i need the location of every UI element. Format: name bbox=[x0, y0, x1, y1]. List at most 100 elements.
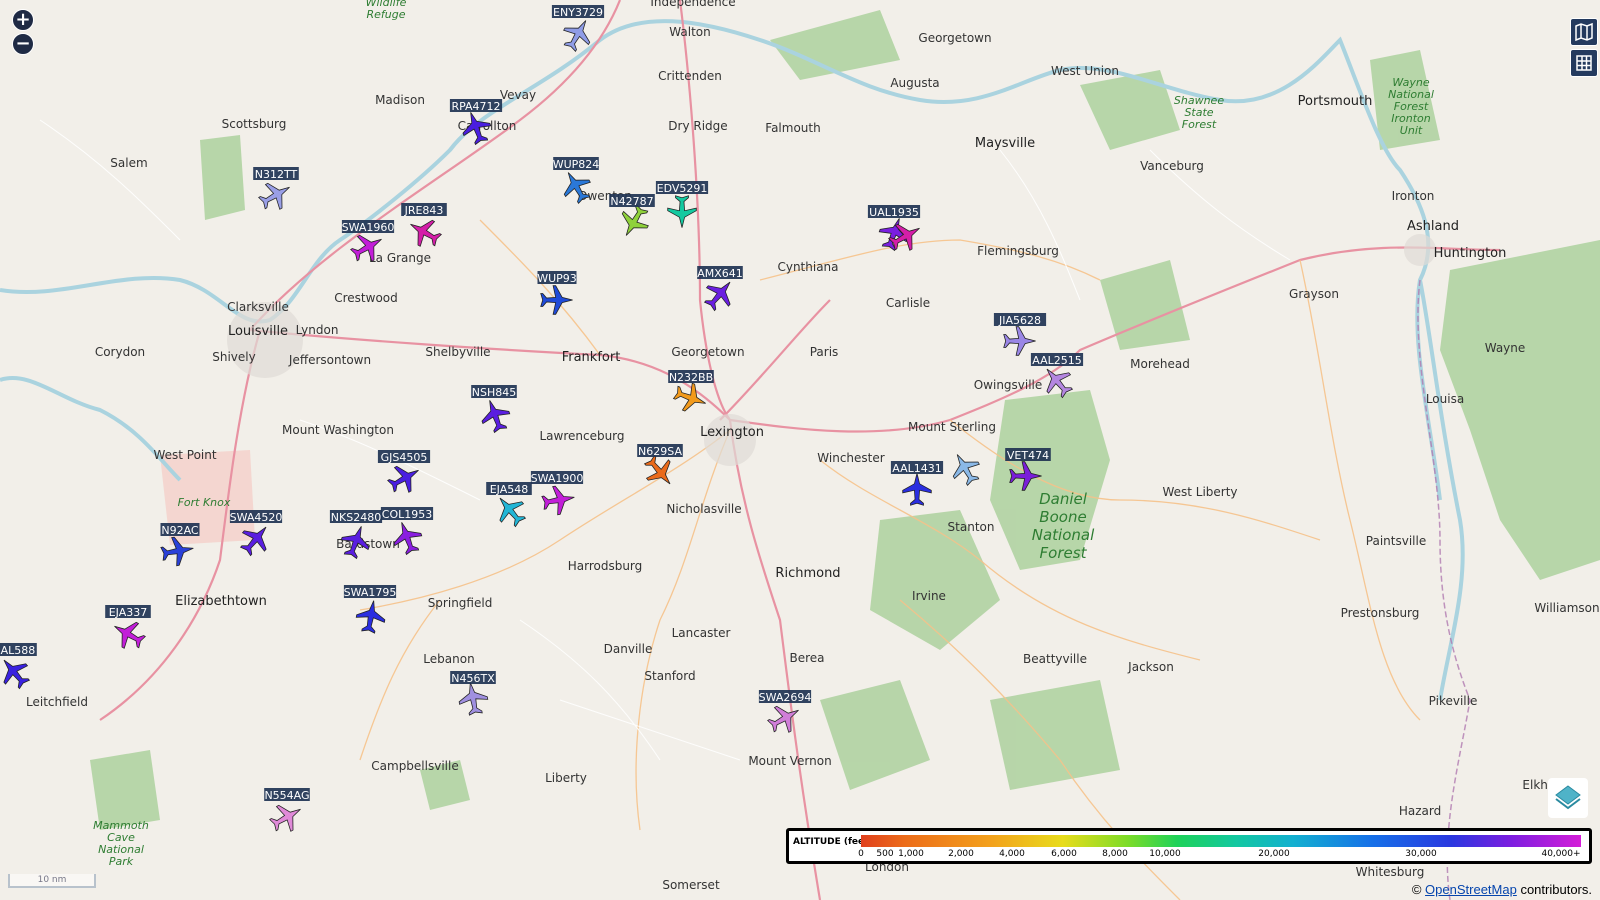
legend-tick: 1,000 bbox=[898, 849, 924, 859]
city-label: Harrodsburg bbox=[568, 559, 643, 573]
callsign-label: EJA337 bbox=[109, 606, 148, 619]
callsign-label: N312TT bbox=[255, 168, 298, 181]
city-label: Crestwood bbox=[334, 291, 398, 305]
city-label: Vanceburg bbox=[1140, 159, 1204, 173]
city-label: Louisa bbox=[1426, 392, 1464, 406]
city-label: Independence bbox=[650, 0, 735, 9]
city-label: La Grange bbox=[369, 251, 431, 265]
callsign-label: N554AG bbox=[264, 789, 309, 802]
callsign-label: JRE843 bbox=[404, 204, 444, 217]
grid-toggle-button[interactable] bbox=[1570, 49, 1598, 77]
city-label: Paris bbox=[810, 345, 839, 359]
city-label: West Liberty bbox=[1162, 485, 1237, 499]
city-label: Shelbyville bbox=[425, 345, 490, 359]
city-label: Dry Ridge bbox=[668, 119, 727, 133]
city-label: Shively bbox=[212, 350, 255, 364]
city-label: Cynthiana bbox=[777, 260, 838, 274]
callsign-label: AAL1431 bbox=[892, 462, 941, 475]
city-label: Danville bbox=[604, 642, 653, 656]
city-label: Clarksville bbox=[227, 300, 289, 314]
city-label: Jeffersontown bbox=[288, 353, 371, 367]
grid-icon bbox=[1576, 55, 1592, 71]
city-label: West Union bbox=[1051, 64, 1119, 78]
legend-tick: 6,000 bbox=[1051, 849, 1077, 859]
legend-tick: 10,000 bbox=[1149, 849, 1181, 859]
callsign-label: WUP824 bbox=[553, 158, 600, 171]
callsign-label: SWA1960 bbox=[342, 221, 395, 234]
city-label: Madison bbox=[375, 93, 425, 107]
legend-tick: 500 bbox=[876, 849, 894, 859]
zoom-in-button[interactable]: + bbox=[12, 9, 34, 31]
city-label: Georgetown bbox=[918, 31, 991, 45]
city-label: Hazard bbox=[1399, 804, 1441, 818]
callsign-label: VET474 bbox=[1007, 449, 1049, 462]
callsign-label: N629SA bbox=[638, 445, 682, 458]
city-label: Georgetown bbox=[671, 345, 744, 359]
city-label: Vevay bbox=[500, 88, 536, 102]
map-attribution: © OpenStreetMap contributors. bbox=[1412, 882, 1592, 897]
city-label: Louisville bbox=[228, 324, 288, 339]
city-label: Jackson bbox=[1127, 660, 1174, 674]
city-label: Lebanon bbox=[423, 652, 474, 666]
callsign-label: WUP93 bbox=[537, 272, 577, 285]
osm-link[interactable]: OpenStreetMap bbox=[1425, 882, 1517, 897]
city-label: Carlisle bbox=[886, 296, 930, 310]
legend-tick: 4,000 bbox=[999, 849, 1025, 859]
altitude-legend: ALTITUDE (feet) 0 500 1,000 2,000 4,000 6,000… bbox=[786, 828, 1592, 864]
city-label: Falmouth bbox=[765, 121, 820, 135]
city-label: Mount Washington bbox=[282, 423, 394, 437]
city-label: Augusta bbox=[890, 76, 939, 90]
city-label: West Point bbox=[153, 448, 216, 462]
attribution-suffix: contributors. bbox=[1520, 882, 1592, 897]
map-layers-button[interactable] bbox=[1570, 18, 1598, 46]
callsign-label: AMX641 bbox=[697, 267, 743, 280]
callsign-label: EDV5291 bbox=[657, 182, 708, 195]
city-label: Lyndon bbox=[296, 323, 339, 337]
city-label: Scottsburg bbox=[222, 117, 287, 131]
city-label: Lexington bbox=[700, 425, 764, 440]
legend-tick: 20,000 bbox=[1258, 849, 1290, 859]
city-label: Prestonsburg bbox=[1341, 606, 1420, 620]
city-label: Owingsville bbox=[974, 378, 1043, 392]
legend-tick: 40,000+ bbox=[1541, 849, 1581, 859]
city-label: Huntington bbox=[1434, 246, 1507, 261]
callsign-label: NSH845 bbox=[472, 386, 516, 399]
callsign-label: N92AC bbox=[161, 524, 199, 537]
callsign-label: AAL588 bbox=[0, 644, 35, 657]
city-label: Williamson bbox=[1534, 601, 1599, 615]
callsign-label: NKS2480 bbox=[331, 511, 381, 524]
city-label: Wayne bbox=[1485, 341, 1526, 355]
city-label: Stanton bbox=[948, 520, 995, 534]
city-label: Grayson bbox=[1289, 287, 1339, 301]
park-label: Fort Knox bbox=[178, 496, 231, 509]
city-label: Richmond bbox=[775, 566, 840, 581]
layers-button[interactable] bbox=[1548, 778, 1588, 818]
city-label: Winchester bbox=[817, 451, 884, 465]
legend-tick: 2,000 bbox=[948, 849, 974, 859]
city-label: Whitesburg bbox=[1356, 865, 1425, 879]
city-label: Elizabethtown bbox=[175, 594, 267, 609]
city-label: Walton bbox=[669, 25, 710, 39]
city-label: Flemingsburg bbox=[977, 244, 1059, 258]
city-label: Lancaster bbox=[672, 626, 731, 640]
callsign-label: EJA548 bbox=[490, 483, 529, 496]
callsign-label: N42787 bbox=[610, 195, 653, 208]
zoom-out-button[interactable]: − bbox=[12, 33, 34, 55]
legend-tick: 0 bbox=[858, 849, 864, 859]
city-label: Berea bbox=[789, 651, 824, 665]
map-canvas[interactable]: Independence Walton Crittenden Dry Ridge Geo… bbox=[0, 0, 1600, 900]
city-label: Lawrenceburg bbox=[539, 429, 624, 443]
callsign-label: AAL2515 bbox=[1032, 354, 1081, 367]
callsign-label: JIA5628 bbox=[998, 314, 1041, 327]
city-label: Stanford bbox=[644, 669, 695, 683]
city-label: Beattyville bbox=[1023, 652, 1087, 666]
city-label: Morehead bbox=[1130, 357, 1190, 371]
altitude-color-bar bbox=[861, 835, 1581, 847]
city-label: Paintsville bbox=[1366, 534, 1426, 548]
callsign-label: SWA2694 bbox=[759, 691, 812, 704]
city-label: Crittenden bbox=[658, 69, 722, 83]
city-label: Ashland bbox=[1407, 219, 1459, 234]
callsign-label: ENY3729 bbox=[553, 6, 603, 19]
scale-bar: 10 nm bbox=[8, 874, 96, 888]
city-label: Corydon bbox=[95, 345, 145, 359]
